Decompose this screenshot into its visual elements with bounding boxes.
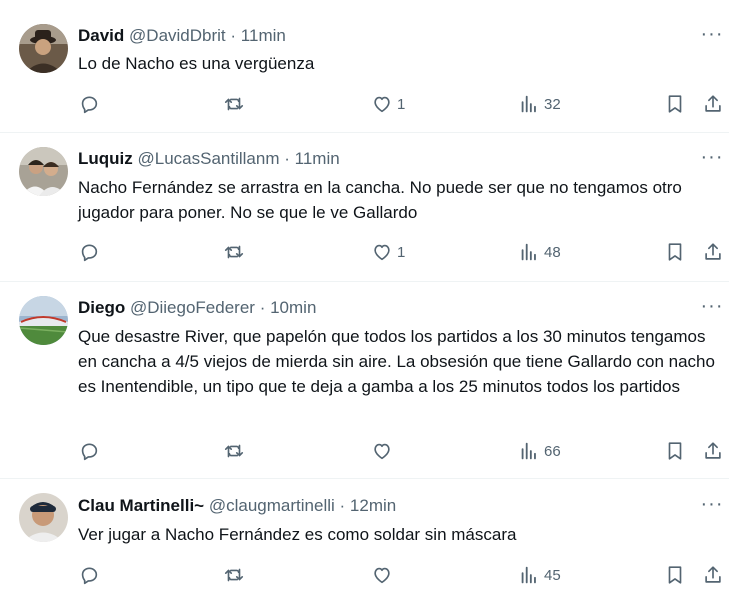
display-name[interactable]: Clau Martinelli~ [78,496,204,515]
more-options-button[interactable]: ··· [700,24,724,48]
avatar[interactable] [19,24,68,73]
avatar[interactable] [19,296,68,345]
retweet-button[interactable] [223,437,249,465]
more-icon: ··· [700,23,724,45]
avatar[interactable] [19,147,68,196]
separator: · [230,26,237,45]
user-handle[interactable]: @LucasSantillanm [138,149,280,168]
action-bar: 66 [0,437,729,465]
user-handle[interactable]: @DavidDbrit [129,26,226,45]
more-icon: ··· [700,493,724,515]
tweet-text: Que desastre River, que papelón que todo… [78,327,715,396]
share-button[interactable] [702,437,724,465]
like-icon [371,241,393,263]
like-count: 1 [397,95,406,113]
reply-icon [78,241,100,263]
views-button[interactable]: 32 [518,90,561,118]
avatar[interactable] [19,493,68,542]
retweet-icon [223,241,245,263]
bookmark-icon [664,93,686,115]
like-icon [371,564,393,586]
views-button[interactable]: 45 [518,561,561,589]
reply-tweet-4[interactable]: Clau Martinelli~ @claugmartinelli · 12mi… [0,479,729,597]
views-icon [518,93,540,115]
action-bar: 1 32 [0,90,729,118]
tweet-header: Clau Martinelli~ @claugmartinelli · 12mi… [78,495,396,517]
views-button[interactable]: 66 [518,437,561,465]
reply-icon [78,564,100,586]
retweet-button[interactable] [223,561,249,589]
user-handle[interactable]: @DiiegoFederer [130,298,255,317]
view-count: 32 [544,95,561,113]
reply-button[interactable] [78,437,104,465]
bookmark-icon [664,440,686,462]
reply-icon [78,93,100,115]
share-button[interactable] [702,238,724,266]
more-icon: ··· [700,295,724,317]
separator: · [284,149,290,168]
timestamp[interactable]: 12min [350,496,396,515]
timestamp[interactable]: 11min [295,149,340,168]
reply-button[interactable] [78,238,104,266]
more-options-button[interactable]: ··· [700,296,724,320]
retweet-icon [223,564,245,586]
reply-icon [78,440,100,462]
view-count: 66 [544,442,561,460]
share-icon [702,564,724,586]
bookmark-icon [664,241,686,263]
tweet-header: Diego @DiiegoFederer · 10min [78,297,316,319]
bookmark-button[interactable] [664,561,686,589]
share-icon [702,440,724,462]
view-count: 48 [544,243,561,261]
bookmark-button[interactable] [664,437,686,465]
share-icon [702,241,724,263]
retweet-icon [223,93,245,115]
display-name[interactable]: David [78,26,124,45]
views-button[interactable]: 48 [518,238,561,266]
tweet-text: Nacho Fernández se arrastra en la cancha… [78,178,682,222]
like-button[interactable] [371,437,397,465]
bookmark-icon [664,564,686,586]
reply-button[interactable] [78,90,104,118]
separator: · [259,298,266,317]
display-name[interactable]: Luquiz [78,149,133,168]
like-icon [371,440,393,462]
like-icon [371,93,393,115]
reply-tweet-2[interactable]: Luquiz @LucasSantillanm · 11min ··· Nach… [0,133,729,281]
retweet-button[interactable] [223,90,249,118]
like-count: 1 [397,243,406,261]
bookmark-button[interactable] [664,90,686,118]
reply-tweet-3[interactable]: Diego @DiiegoFederer · 10min ··· Que des… [0,282,729,478]
share-icon [702,93,724,115]
views-icon [518,440,540,462]
like-button[interactable]: 1 [371,238,405,266]
views-icon [518,241,540,263]
share-button[interactable] [702,561,724,589]
tweet-text: Ver jugar a Nacho Fernández es como sold… [78,525,517,544]
retweet-icon [223,440,245,462]
tweet-text: Lo de Nacho es una vergüenza [78,54,315,73]
display-name[interactable]: Diego [78,298,125,317]
timestamp[interactable]: 10min [270,298,316,317]
more-options-button[interactable]: ··· [700,494,724,518]
more-icon: ··· [700,146,724,168]
retweet-button[interactable] [223,238,249,266]
bookmark-button[interactable] [664,238,686,266]
share-button[interactable] [702,90,724,118]
action-bar: 45 [0,561,729,589]
action-bar: 1 48 [0,238,729,266]
user-handle[interactable]: @claugmartinelli [209,496,335,515]
like-button[interactable] [371,561,397,589]
views-icon [518,564,540,586]
more-options-button[interactable]: ··· [700,147,724,171]
tweet-header: Luquiz @LucasSantillanm · 11min [78,148,340,170]
reply-button[interactable] [78,561,104,589]
timestamp[interactable]: 11min [241,26,286,45]
reply-tweet-1[interactable]: David @DavidDbrit · 11min ··· Lo de Nach… [0,0,729,132]
separator: · [339,496,346,515]
like-button[interactable]: 1 [371,90,405,118]
view-count: 45 [544,566,561,584]
tweet-header: David @DavidDbrit · 11min [78,25,286,47]
